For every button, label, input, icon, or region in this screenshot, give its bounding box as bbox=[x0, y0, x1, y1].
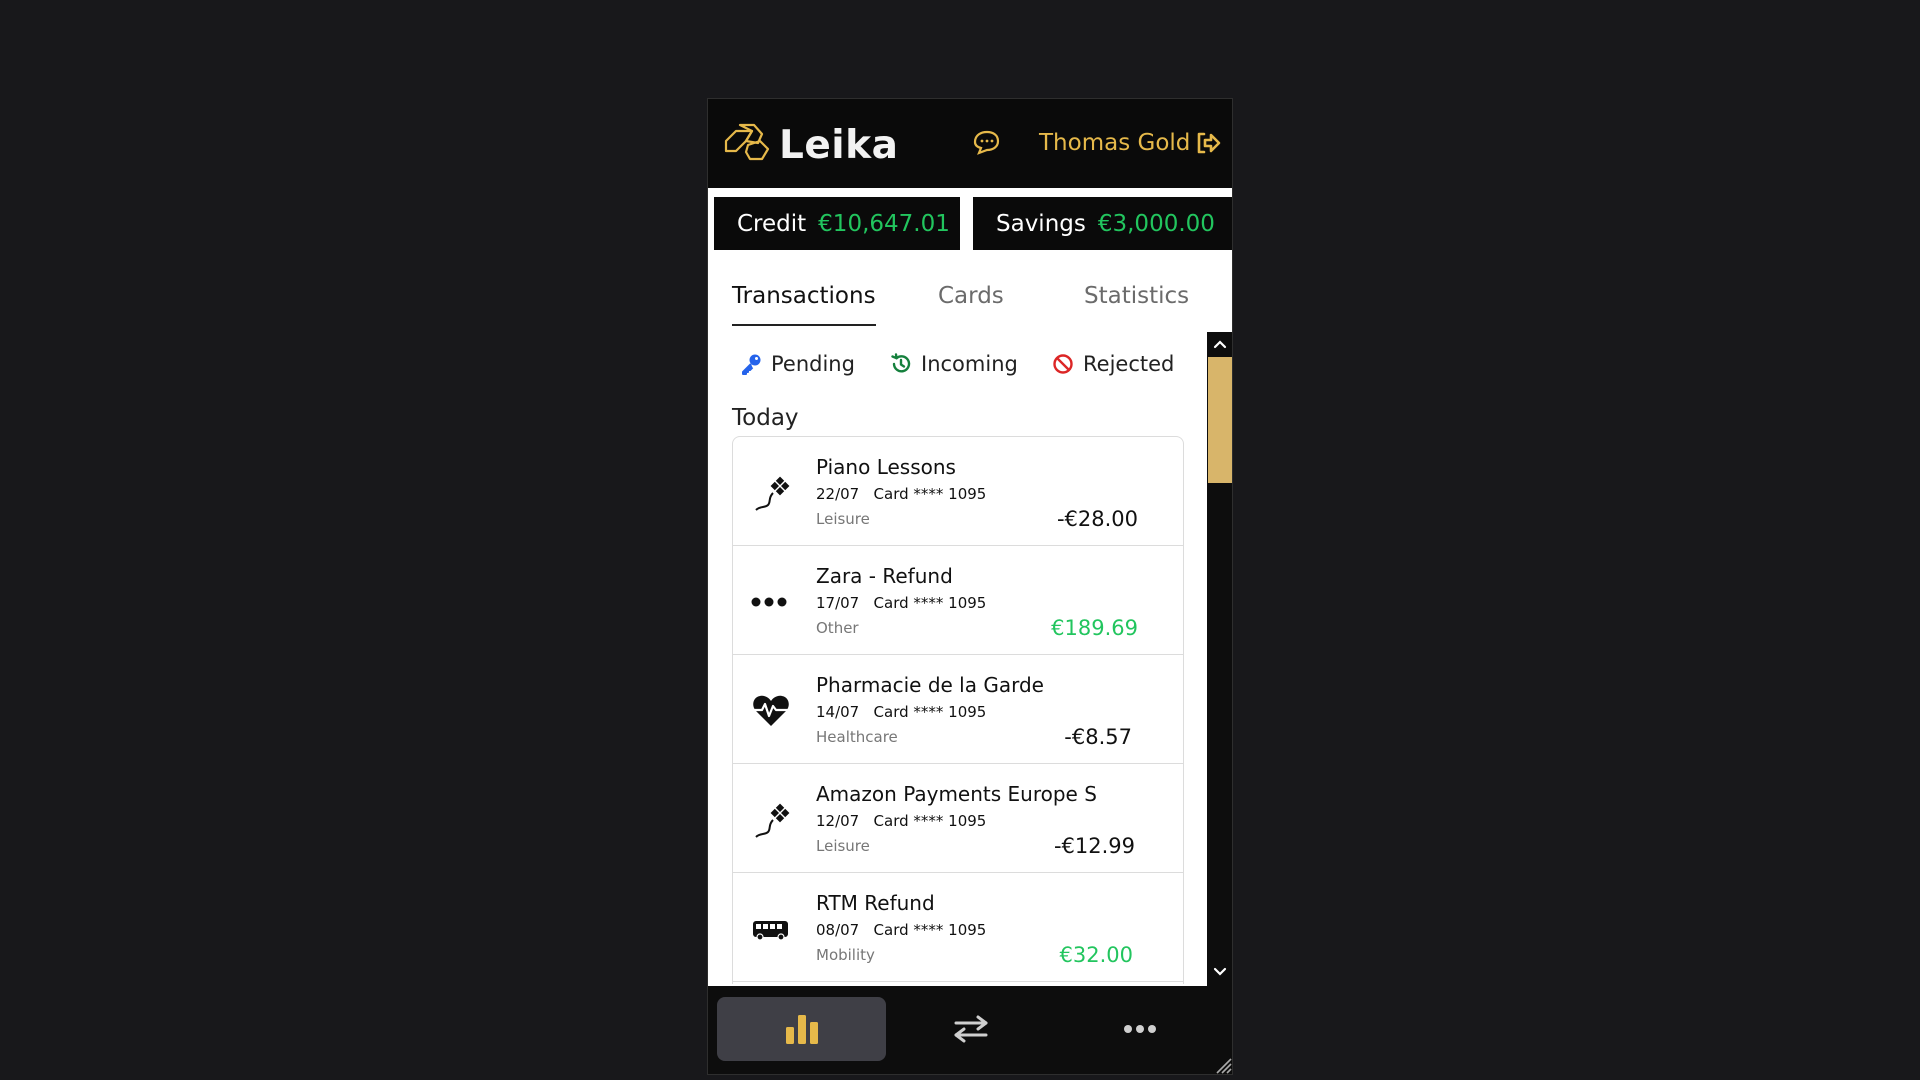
ban-icon bbox=[1053, 354, 1073, 374]
transaction-name: Pharmacie de la Garde bbox=[816, 673, 1044, 697]
filter-incoming[interactable]: Incoming bbox=[890, 352, 1018, 376]
transaction-list: Piano Lessons 22/07 Card **** 1095 Leisu… bbox=[732, 436, 1184, 984]
nav-statistics-button[interactable] bbox=[717, 997, 886, 1061]
transaction-category: Healthcare bbox=[816, 728, 898, 746]
transaction-card: Card **** 1095 bbox=[873, 594, 987, 612]
transaction-card: Card **** 1095 bbox=[873, 703, 987, 721]
transaction-amount: €32.00 bbox=[1059, 943, 1133, 967]
filter-incoming-label: Incoming bbox=[921, 352, 1018, 376]
transaction-category: Mobility bbox=[816, 946, 875, 964]
resize-handle-icon[interactable] bbox=[1214, 1056, 1232, 1074]
transaction-row[interactable]: Amazon Payments Europe S 12/07 Card ****… bbox=[733, 764, 1183, 873]
heartbeat-icon bbox=[752, 695, 790, 726]
history-icon bbox=[891, 353, 911, 373]
credit-amount: €10,647.01 bbox=[818, 210, 950, 237]
kite-icon bbox=[755, 476, 790, 511]
more-icon bbox=[1123, 1025, 1156, 1033]
transaction-amount: -€12.99 bbox=[1053, 834, 1135, 858]
transaction-row[interactable]: Zara - Refund 17/07 Card **** 1095 Other… bbox=[733, 546, 1183, 655]
tab-transactions[interactable]: Transactions bbox=[732, 270, 876, 326]
transaction-meta: 14/07 Card **** 1095 bbox=[816, 703, 986, 721]
transaction-amount: €189.69 bbox=[1051, 616, 1138, 640]
transaction-date: 14/07 bbox=[816, 703, 860, 721]
user-name: Thomas Gold bbox=[1039, 130, 1191, 156]
savings-amount: €3,000.00 bbox=[1097, 210, 1215, 237]
tab-statistics[interactable]: Statistics bbox=[1084, 270, 1189, 326]
top-bar: Leika Thomas Gold bbox=[708, 99, 1232, 188]
transaction-category: Leisure bbox=[816, 837, 870, 855]
user-logout-link[interactable]: Thomas Gold bbox=[1039, 130, 1221, 156]
brand-name: Leika bbox=[779, 123, 899, 168]
filter-bar: Pending Incoming Rejected bbox=[708, 332, 1208, 402]
transaction-name: Zara - Refund bbox=[816, 564, 953, 588]
nav-more-button[interactable] bbox=[1055, 997, 1224, 1061]
transaction-date: 08/07 bbox=[816, 921, 860, 939]
filter-pending-label: Pending bbox=[771, 352, 855, 376]
nav-transfer-button[interactable] bbox=[886, 997, 1055, 1061]
logo-icon bbox=[724, 123, 770, 161]
tab-bar: Transactions Cards Statistics bbox=[708, 270, 1232, 326]
filter-rejected[interactable]: Rejected bbox=[1052, 352, 1174, 376]
app-window: Leika Thomas Gold Credit €10,647.01 Savi… bbox=[707, 98, 1233, 1075]
tab-cards[interactable]: Cards bbox=[938, 270, 1004, 326]
bottom-nav bbox=[708, 986, 1232, 1074]
transaction-row[interactable]: RTM Refund 08/07 Card **** 1095 Mobility… bbox=[733, 873, 1183, 982]
transfer-icon bbox=[954, 1015, 987, 1043]
transaction-amount: -€8.57 bbox=[1064, 725, 1132, 749]
transaction-card: Card **** 1095 bbox=[873, 921, 987, 939]
savings-label: Savings bbox=[996, 210, 1086, 237]
chat-icon[interactable] bbox=[971, 129, 1001, 155]
chevron-up-icon[interactable] bbox=[1212, 336, 1228, 352]
transaction-amount: -€28.00 bbox=[1056, 507, 1138, 531]
day-label: Today bbox=[732, 405, 799, 431]
credit-label: Credit bbox=[737, 210, 807, 237]
transaction-name: Amazon Payments Europe S bbox=[816, 782, 1097, 806]
transaction-meta: 22/07 Card **** 1095 bbox=[816, 485, 986, 503]
transaction-name: RTM Refund bbox=[816, 891, 935, 915]
filter-pending[interactable]: Pending bbox=[740, 352, 855, 376]
bar-chart-icon bbox=[785, 1015, 818, 1044]
transaction-card: Card **** 1095 bbox=[873, 485, 987, 503]
transaction-row[interactable]: Piano Lessons 22/07 Card **** 1095 Leisu… bbox=[733, 437, 1183, 546]
credit-balance[interactable]: Credit €10,647.01 bbox=[714, 197, 960, 250]
dots-icon bbox=[751, 597, 787, 607]
chevron-down-icon[interactable] bbox=[1212, 964, 1228, 980]
transaction-category: Leisure bbox=[816, 510, 870, 528]
scrollbar-thumb[interactable] bbox=[1208, 357, 1232, 483]
transaction-row[interactable]: Pharmacie de la Garde 14/07 Card **** 10… bbox=[733, 655, 1183, 764]
logout-icon bbox=[1198, 132, 1221, 154]
savings-balance[interactable]: Savings €3,000.00 bbox=[973, 197, 1232, 250]
transaction-category: Other bbox=[816, 619, 859, 637]
key-icon bbox=[742, 354, 761, 375]
scrollbar[interactable] bbox=[1207, 332, 1232, 986]
bus-icon bbox=[753, 921, 788, 941]
transaction-meta: 08/07 Card **** 1095 bbox=[816, 921, 986, 939]
transaction-card: Card **** 1095 bbox=[873, 812, 987, 830]
transaction-date: 12/07 bbox=[816, 812, 860, 830]
transactions-panel: Pending Incoming Rejected Today Piano Le… bbox=[708, 332, 1208, 984]
transaction-meta: 17/07 Card **** 1095 bbox=[816, 594, 986, 612]
transaction-name: Piano Lessons bbox=[816, 455, 956, 479]
transaction-date: 17/07 bbox=[816, 594, 860, 612]
filter-rejected-label: Rejected bbox=[1083, 352, 1175, 376]
transaction-date: 22/07 bbox=[816, 485, 860, 503]
transaction-meta: 12/07 Card **** 1095 bbox=[816, 812, 986, 830]
kite-icon bbox=[755, 803, 790, 838]
